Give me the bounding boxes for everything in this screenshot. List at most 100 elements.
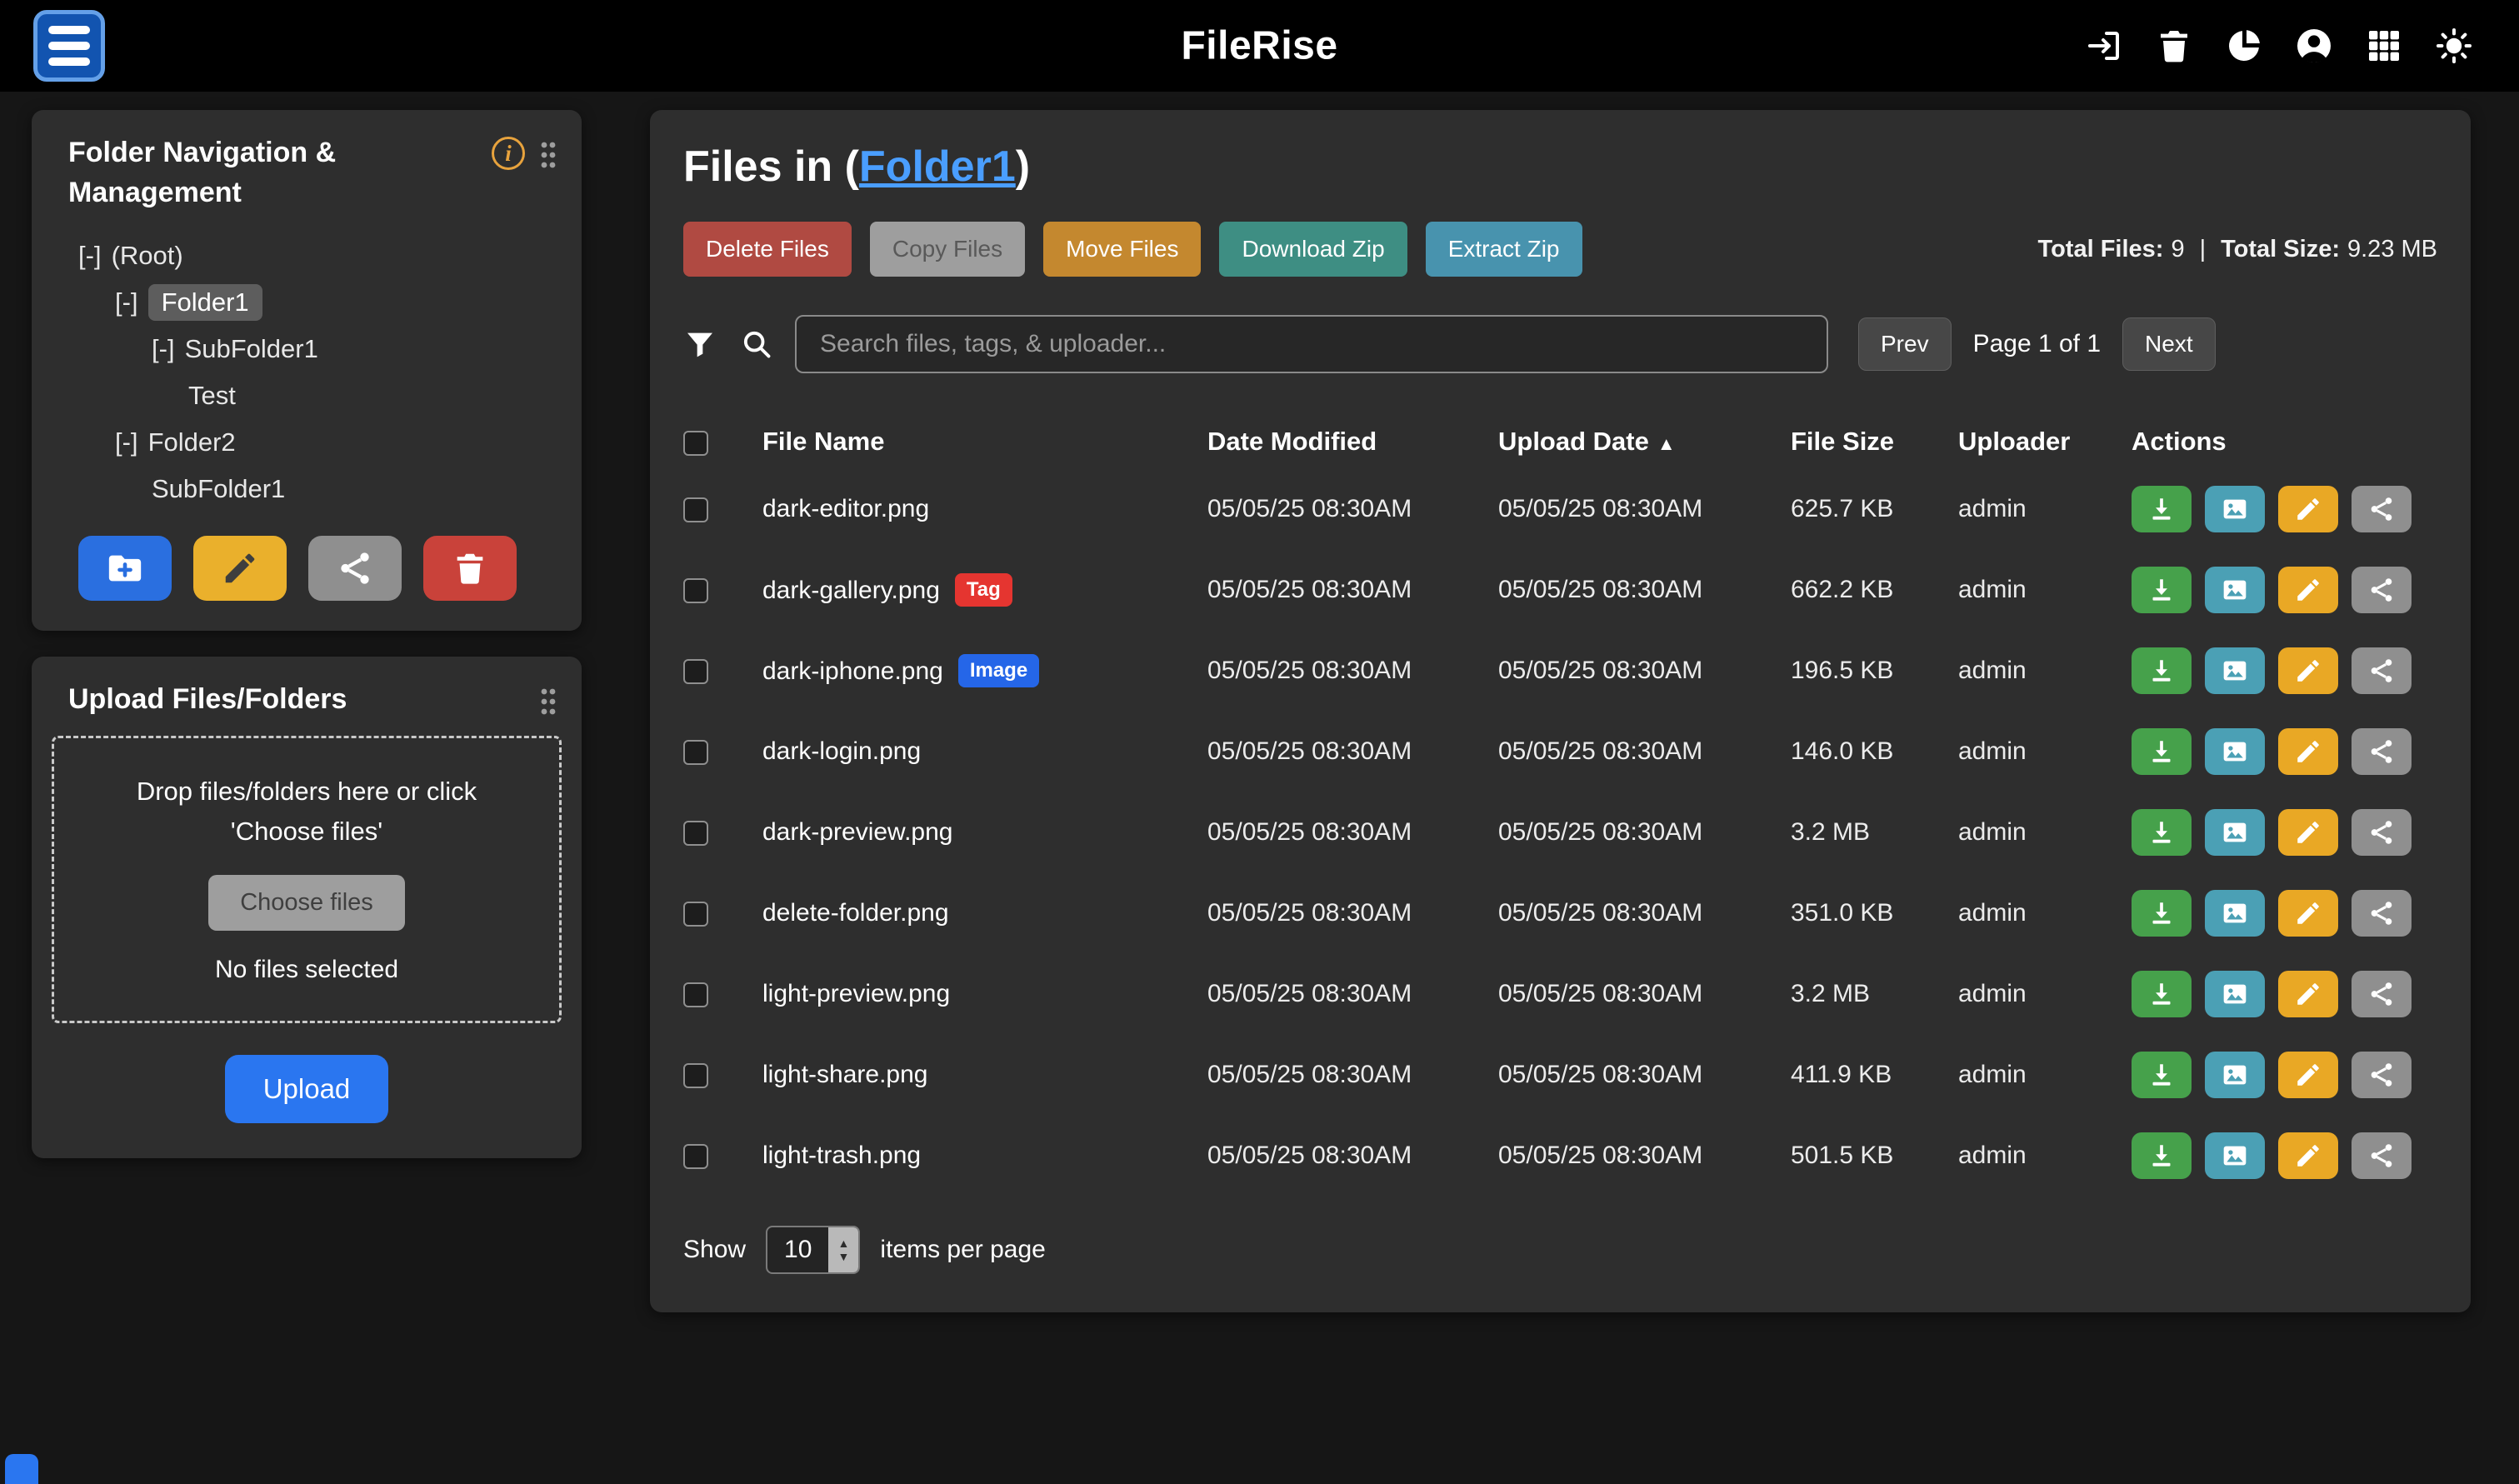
search-input[interactable] bbox=[795, 315, 1828, 373]
preview-file-button[interactable] bbox=[2205, 567, 2265, 613]
column-header-upload-date[interactable]: Upload Date▲ bbox=[1498, 427, 1791, 457]
partial-hidden-button[interactable] bbox=[5, 1454, 38, 1484]
drag-handle-icon[interactable] bbox=[538, 687, 558, 721]
row-checkbox[interactable] bbox=[683, 902, 708, 927]
rename-folder-button[interactable] bbox=[193, 536, 287, 601]
items-per-page-input[interactable]: 10 ▲▼ bbox=[766, 1226, 860, 1274]
file-name[interactable]: light-share.png bbox=[762, 1061, 927, 1088]
download-file-button[interactable] bbox=[2132, 1132, 2192, 1179]
download-file-button[interactable] bbox=[2132, 728, 2192, 775]
folder-tree-item[interactable]: [-]Folder2 bbox=[78, 419, 557, 466]
download-file-button[interactable] bbox=[2132, 890, 2192, 937]
edit-file-button[interactable] bbox=[2278, 728, 2338, 775]
folder-tree-item[interactable]: [-]Folder1 bbox=[78, 279, 557, 326]
info-icon[interactable]: i bbox=[492, 137, 525, 170]
copy-files-button[interactable]: Copy Files bbox=[870, 222, 1025, 277]
file-name[interactable]: delete-folder.png bbox=[762, 899, 949, 927]
download-file-button[interactable] bbox=[2132, 486, 2192, 532]
create-folder-button[interactable] bbox=[78, 536, 172, 601]
row-checkbox[interactable] bbox=[683, 821, 708, 846]
share-folder-button[interactable] bbox=[308, 536, 402, 601]
disk-usage-icon[interactable] bbox=[2224, 26, 2264, 66]
row-checkbox[interactable] bbox=[683, 1144, 708, 1169]
share-file-button[interactable] bbox=[2352, 728, 2412, 775]
edit-file-button[interactable] bbox=[2278, 809, 2338, 856]
row-checkbox[interactable] bbox=[683, 659, 708, 684]
share-file-button[interactable] bbox=[2352, 809, 2412, 856]
row-checkbox[interactable] bbox=[683, 578, 708, 603]
preview-file-button[interactable] bbox=[2205, 890, 2265, 937]
share-file-button[interactable] bbox=[2352, 1132, 2412, 1179]
row-checkbox[interactable] bbox=[683, 497, 708, 522]
share-file-button[interactable] bbox=[2352, 971, 2412, 1017]
preview-file-button[interactable] bbox=[2205, 728, 2265, 775]
folder-tree-item[interactable]: [-]SubFolder1 bbox=[78, 326, 557, 372]
share-file-button[interactable] bbox=[2352, 1052, 2412, 1098]
tree-toggle[interactable]: [-] bbox=[78, 241, 102, 271]
download-zip-button[interactable]: Download Zip bbox=[1219, 222, 1407, 277]
download-file-button[interactable] bbox=[2132, 1052, 2192, 1098]
preview-file-button[interactable] bbox=[2205, 1052, 2265, 1098]
edit-file-button[interactable] bbox=[2278, 486, 2338, 532]
download-file-button[interactable] bbox=[2132, 971, 2192, 1017]
file-name[interactable]: dark-login.png bbox=[762, 737, 921, 765]
file-name[interactable]: dark-preview.png bbox=[762, 818, 952, 846]
stepper-arrows-icon[interactable]: ▲▼ bbox=[828, 1227, 858, 1272]
preview-file-button[interactable] bbox=[2205, 1132, 2265, 1179]
file-name[interactable]: light-trash.png bbox=[762, 1142, 921, 1169]
download-file-button[interactable] bbox=[2132, 647, 2192, 694]
prev-page-button[interactable]: Prev bbox=[1858, 317, 1952, 371]
extract-zip-button[interactable]: Extract Zip bbox=[1426, 222, 1582, 277]
folder-tree-item[interactable]: SubFolder1 bbox=[78, 466, 557, 512]
edit-file-button[interactable] bbox=[2278, 1052, 2338, 1098]
edit-file-button[interactable] bbox=[2278, 647, 2338, 694]
preview-file-button[interactable] bbox=[2205, 486, 2265, 532]
next-page-button[interactable]: Next bbox=[2122, 317, 2216, 371]
preview-file-button[interactable] bbox=[2205, 809, 2265, 856]
upload-button[interactable]: Upload bbox=[225, 1055, 389, 1123]
row-checkbox[interactable] bbox=[683, 740, 708, 765]
select-all-checkbox[interactable] bbox=[683, 431, 708, 456]
app-logo[interactable] bbox=[33, 10, 105, 82]
download-file-button[interactable] bbox=[2132, 567, 2192, 613]
search-icon[interactable] bbox=[740, 327, 773, 361]
upload-dropzone[interactable]: Drop files/folders here or click 'Choose… bbox=[52, 736, 562, 1023]
tree-toggle[interactable]: [-] bbox=[152, 334, 175, 364]
drag-handle-icon[interactable] bbox=[538, 140, 558, 174]
column-header-file-name[interactable]: File Name bbox=[762, 427, 1207, 457]
edit-file-button[interactable] bbox=[2278, 1132, 2338, 1179]
current-folder-link[interactable]: Folder1 bbox=[859, 142, 1016, 191]
edit-file-button[interactable] bbox=[2278, 890, 2338, 937]
share-file-button[interactable] bbox=[2352, 890, 2412, 937]
preview-file-button[interactable] bbox=[2205, 971, 2265, 1017]
row-checkbox[interactable] bbox=[683, 982, 708, 1007]
profile-icon[interactable] bbox=[2294, 26, 2334, 66]
move-files-button[interactable]: Move Files bbox=[1043, 222, 1201, 277]
column-header-date-modified[interactable]: Date Modified bbox=[1207, 427, 1498, 457]
tree-toggle[interactable]: [-] bbox=[115, 427, 138, 457]
download-file-button[interactable] bbox=[2132, 809, 2192, 856]
edit-file-button[interactable] bbox=[2278, 971, 2338, 1017]
file-name[interactable]: dark-editor.png bbox=[762, 495, 929, 522]
share-file-button[interactable] bbox=[2352, 486, 2412, 532]
share-file-button[interactable] bbox=[2352, 647, 2412, 694]
tree-toggle[interactable]: [-] bbox=[115, 287, 138, 317]
file-name[interactable]: dark-iphone.png bbox=[762, 657, 943, 685]
share-file-button[interactable] bbox=[2352, 567, 2412, 613]
trash-icon[interactable] bbox=[2154, 26, 2194, 66]
column-header-uploader[interactable]: Uploader bbox=[1958, 427, 2132, 457]
file-name[interactable]: light-preview.png bbox=[762, 980, 950, 1007]
preview-file-button[interactable] bbox=[2205, 647, 2265, 694]
filter-icon[interactable] bbox=[683, 327, 717, 361]
apps-grid-icon[interactable] bbox=[2364, 26, 2404, 66]
edit-file-button[interactable] bbox=[2278, 567, 2338, 613]
folder-tree-item[interactable]: Test bbox=[78, 372, 557, 419]
theme-toggle-icon[interactable] bbox=[2434, 26, 2474, 66]
logout-icon[interactable] bbox=[2084, 26, 2124, 66]
folder-tree-item[interactable]: [-](Root) bbox=[78, 232, 557, 279]
column-header-file-size[interactable]: File Size bbox=[1791, 427, 1958, 457]
delete-folder-button[interactable] bbox=[423, 536, 517, 601]
delete-files-button[interactable]: Delete Files bbox=[683, 222, 852, 277]
row-checkbox[interactable] bbox=[683, 1063, 708, 1088]
file-name[interactable]: dark-gallery.png bbox=[762, 577, 940, 604]
